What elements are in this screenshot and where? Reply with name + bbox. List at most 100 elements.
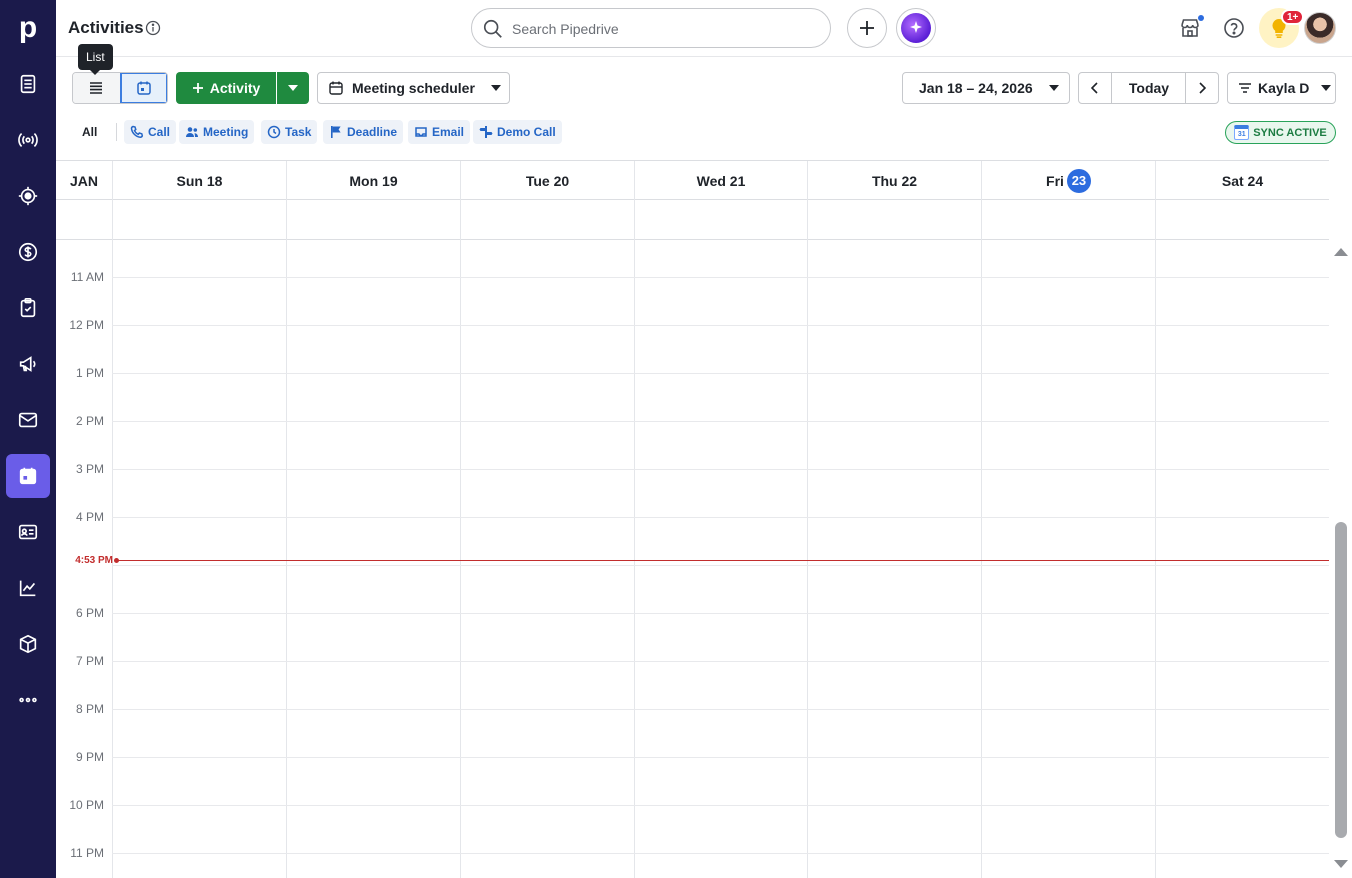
broadcast-icon — [18, 133, 38, 147]
filter-task[interactable]: Task — [261, 120, 318, 144]
scrollbar-thumb[interactable] — [1335, 522, 1347, 838]
filter-call[interactable]: Call — [124, 120, 177, 144]
search-input[interactable] — [512, 19, 812, 39]
plus-icon — [860, 21, 874, 35]
scroll-down-icon[interactable] — [1334, 860, 1348, 870]
list-icon — [90, 82, 103, 94]
megaphone-icon — [19, 356, 36, 372]
id-card-icon — [18, 524, 38, 540]
caret-down-icon — [1321, 85, 1332, 91]
filter-all[interactable]: All — [74, 121, 105, 143]
sidebar-item-marketing[interactable] — [6, 342, 50, 386]
today-button[interactable]: Today — [1111, 72, 1187, 104]
help-button[interactable] — [1220, 14, 1248, 42]
day-header-tue[interactable]: Tue 20 — [460, 161, 634, 200]
hour-label: 8 PM — [75, 702, 104, 716]
chevron-right-icon — [1199, 82, 1206, 94]
today-indicator: 23 — [1066, 168, 1091, 193]
pipedrive-logo[interactable]: p — [0, 0, 56, 56]
sync-status-badge[interactable]: 31 SYNC ACTIVE — [1225, 121, 1336, 144]
hour-line — [112, 517, 1329, 518]
filter-meeting[interactable]: Meeting — [179, 120, 255, 144]
search-icon — [483, 19, 502, 38]
next-week-button[interactable] — [1185, 72, 1219, 104]
sidebar-item-campaigns[interactable] — [6, 118, 50, 162]
sidebar-item-mail[interactable] — [6, 398, 50, 442]
previous-week-button[interactable] — [1078, 72, 1112, 104]
sidebar-item-leads[interactable] — [6, 62, 50, 106]
day-header-sat[interactable]: Sat 24 — [1155, 161, 1329, 200]
month-label: JAN — [69, 172, 98, 189]
all-day-row[interactable] — [56, 200, 1329, 240]
view-toggle — [72, 72, 168, 104]
sidebar-item-products[interactable] — [6, 622, 50, 666]
hour-label: 11 AM — [70, 270, 104, 284]
sidebar-item-contacts[interactable] — [6, 510, 50, 554]
sidebar: p — [0, 0, 56, 878]
meeting-scheduler-label: Meeting scheduler — [352, 80, 475, 96]
add-activity-button[interactable]: Activity — [176, 72, 276, 104]
caret-down-icon — [288, 85, 298, 91]
notification-dot — [1198, 15, 1204, 21]
marketplace-button[interactable] — [1176, 14, 1204, 42]
calendar-clock-icon — [329, 81, 343, 95]
sidebar-item-tasks[interactable] — [6, 286, 50, 330]
time-grid[interactable]: 11 AM 12 PM 1 PM 2 PM 3 PM 4 PM 6 PM 7 P… — [56, 240, 1329, 878]
day-label: Sat 24 — [1221, 172, 1264, 189]
meeting-scheduler-button[interactable]: Meeting scheduler — [317, 72, 510, 104]
people-icon — [186, 127, 198, 137]
day-label: Thu 22 — [871, 172, 918, 189]
calendar-icon — [19, 467, 37, 485]
day-header-mon[interactable]: Mon 19 — [286, 161, 460, 200]
sidebar-item-activities[interactable] — [6, 454, 50, 498]
quick-add-button[interactable] — [847, 8, 887, 48]
scroll-up-icon[interactable] — [1334, 246, 1348, 256]
hour-label: 9 PM — [75, 750, 104, 764]
mail-icon — [18, 412, 38, 428]
sidebar-item-more[interactable] — [6, 678, 50, 722]
dollar-icon — [18, 242, 38, 262]
sync-label: SYNC ACTIVE — [1253, 126, 1327, 139]
hour-label: 2 PM — [75, 414, 104, 428]
sidebar-item-deals[interactable] — [6, 230, 50, 274]
current-time-line — [118, 560, 1329, 561]
hour-line — [112, 469, 1329, 470]
hour-line — [112, 565, 1329, 566]
inbox-icon — [20, 74, 36, 94]
hour-line — [112, 421, 1329, 422]
user-filter-button[interactable]: Kayla D — [1227, 72, 1336, 104]
info-icon[interactable] — [145, 20, 161, 36]
sidebar-item-insights[interactable] — [6, 566, 50, 610]
date-range-picker[interactable]: Jan 18 – 24, 2026 — [902, 72, 1070, 104]
ai-assistant-button[interactable] — [896, 8, 936, 48]
day-header-fri[interactable]: Fri 23 — [981, 161, 1155, 200]
page-title: Activities — [68, 18, 144, 37]
filter-demo-call[interactable]: Demo Call — [473, 120, 562, 144]
calendar-header: JAN Sun 18 Mon 19 Tue 20 Wed 21 Thu 22 F… — [56, 160, 1329, 200]
sidebar-item-projects[interactable] — [6, 174, 50, 218]
avatar[interactable] — [1304, 12, 1336, 44]
sparkle-icon — [910, 21, 922, 33]
filter-deadline[interactable]: Deadline — [323, 120, 404, 144]
user-filter-label: Kayla D — [1258, 80, 1310, 96]
filter-icon — [1239, 83, 1251, 93]
calendar-icon — [137, 81, 151, 95]
day-header-sun[interactable]: Sun 18 — [112, 161, 286, 200]
hour-label: 4 PM — [75, 510, 104, 524]
add-activity-label: Activity — [209, 80, 261, 96]
filter-email[interactable]: Email — [408, 120, 471, 144]
hour-label: 10 PM — [69, 798, 104, 812]
filter-label: Meeting — [203, 125, 249, 139]
hour-line — [112, 805, 1329, 806]
date-range-label: Jan 18 – 24, 2026 — [919, 80, 1033, 96]
day-header-wed[interactable]: Wed 21 — [634, 161, 807, 200]
hour-line — [112, 757, 1329, 758]
caret-down-icon — [1048, 85, 1059, 91]
calendar-view-button[interactable] — [119, 73, 167, 103]
day-label: Tue 20 — [525, 172, 570, 189]
day-header-thu[interactable]: Thu 22 — [807, 161, 981, 200]
hour-label: 7 PM — [75, 654, 104, 668]
hour-label: 11 PM — [70, 846, 104, 860]
day-label: Wed 21 — [696, 172, 746, 189]
add-activity-dropdown[interactable] — [277, 72, 309, 104]
